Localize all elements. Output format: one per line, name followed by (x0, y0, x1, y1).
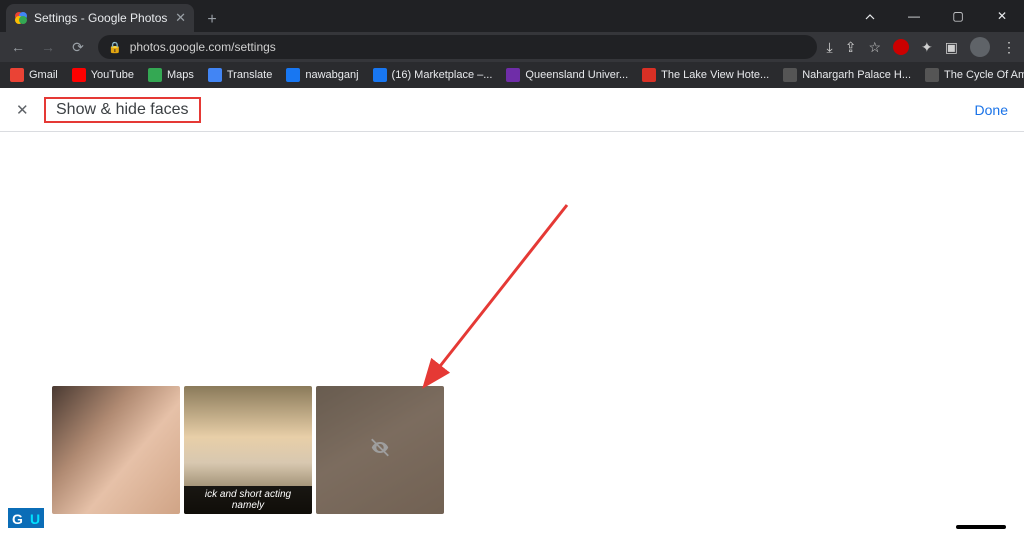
bookmark-icon (373, 68, 387, 82)
bookmark-item[interactable]: Translate (208, 68, 272, 82)
bookmark-item[interactable]: Queensland Univer... (506, 68, 628, 82)
bookmark-item[interactable]: The Cycle Of Ameri... (925, 68, 1024, 82)
face-thumbnail-hidden[interactable] (316, 386, 444, 514)
address-bar: ← → ⟳ 🔒 photos.google.com/settings ⤓ ⇪ ☆… (0, 32, 1024, 62)
browser-tab[interactable]: Settings - Google Photos ✕ (6, 4, 194, 32)
lock-icon: 🔒 (108, 41, 122, 54)
bookmarks-bar: Gmail YouTube Maps Translate nawabganj (16) M… (0, 62, 1024, 88)
back-icon[interactable]: ← (8, 39, 28, 55)
new-tab-button[interactable]: + (200, 8, 224, 32)
url-input[interactable]: 🔒 photos.google.com/settings (98, 35, 817, 59)
bookmark-icon (72, 68, 86, 82)
bookmark-label: (16) Marketplace –... (392, 69, 493, 81)
bookmark-label: Maps (167, 69, 194, 81)
profile-avatar[interactable] (970, 37, 990, 57)
window-min-button[interactable]: — (892, 0, 936, 32)
done-button[interactable]: Done (975, 102, 1008, 118)
bookmark-item[interactable]: Gmail (10, 68, 58, 82)
share-icon[interactable]: ⇪ (845, 39, 857, 56)
bookmark-label: nawabganj (305, 69, 358, 81)
bookmark-label: Nahargarh Palace H... (802, 69, 911, 81)
close-icon[interactable]: ✕ (16, 101, 38, 119)
tab-title: Settings - Google Photos (34, 11, 169, 25)
forward-icon[interactable]: → (38, 39, 58, 55)
window-close-button[interactable]: ✕ (980, 0, 1024, 32)
svg-text:U: U (30, 511, 40, 527)
bookmark-item[interactable]: (16) Marketplace –... (373, 68, 493, 82)
browser-titlebar: Settings - Google Photos ✕ + — ▢ ✕ (0, 0, 1024, 32)
google-photos-favicon (14, 11, 28, 25)
tab-close-icon[interactable]: ✕ (175, 10, 186, 26)
bookmark-icon (10, 68, 24, 82)
bookmark-label: YouTube (91, 69, 134, 81)
face-thumbnail[interactable] (52, 386, 180, 514)
bookmark-icon (506, 68, 520, 82)
kebab-menu-icon[interactable]: ⋮ (1002, 39, 1016, 56)
window-max-button[interactable]: ▢ (936, 0, 980, 32)
page-title: Show & hide faces (44, 97, 201, 123)
bookmark-icon (148, 68, 162, 82)
watermark-logo: GU (8, 508, 44, 539)
reload-icon[interactable]: ⟳ (68, 39, 88, 56)
visibility-off-icon (369, 437, 391, 464)
bookmark-icon (783, 68, 797, 82)
extension-red-icon[interactable] (893, 39, 909, 55)
bookmark-icon (925, 68, 939, 82)
bookmark-item[interactable]: nawabganj (286, 68, 358, 82)
window-minimize-button[interactable] (848, 0, 892, 32)
faces-row: ick and short acting namely (52, 386, 444, 514)
bookmark-icon (642, 68, 656, 82)
bookmark-label: The Lake View Hote... (661, 69, 769, 81)
bookmark-icon (208, 68, 222, 82)
tabs-icon[interactable]: ▣ (945, 39, 958, 56)
bookmark-label: Queensland Univer... (525, 69, 628, 81)
extensions-icon[interactable]: ✦ (921, 39, 933, 56)
bookmark-label: Translate (227, 69, 272, 81)
page-header: ✕ Show & hide faces Done (0, 88, 1024, 132)
bookmark-label: Gmail (29, 69, 58, 81)
svg-text:G: G (12, 511, 23, 527)
install-icon[interactable]: ⤓ (827, 39, 833, 56)
annotation-arrow (422, 195, 582, 395)
toolbar-right: ⤓ ⇪ ☆ ✦ ▣ ⋮ (827, 37, 1016, 57)
bookmark-item[interactable]: The Lake View Hote... (642, 68, 769, 82)
bookmark-item[interactable]: Maps (148, 68, 194, 82)
shadow-decor (956, 525, 1006, 529)
face-caption: ick and short acting namely (184, 486, 312, 514)
face-thumbnail[interactable]: ick and short acting namely (184, 386, 312, 514)
bookmark-item[interactable]: YouTube (72, 68, 134, 82)
bookmark-icon (286, 68, 300, 82)
bookmark-star-icon[interactable]: ☆ (868, 39, 881, 56)
url-text: photos.google.com/settings (130, 40, 276, 54)
bookmark-label: The Cycle Of Ameri... (944, 69, 1024, 81)
bookmark-item[interactable]: Nahargarh Palace H... (783, 68, 911, 82)
